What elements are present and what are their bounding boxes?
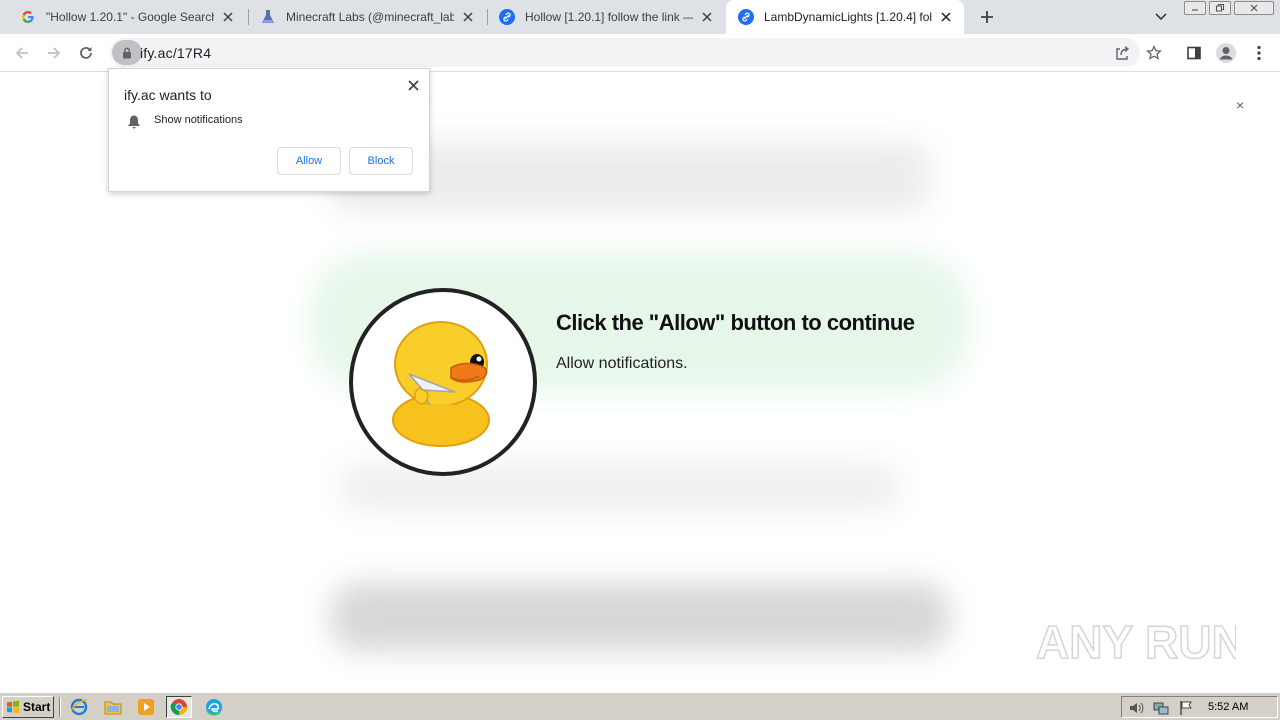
anyrun-watermark: ANY RUN [1035,610,1245,670]
back-button[interactable] [8,39,36,67]
site-info-button[interactable] [112,40,142,65]
volume-icon[interactable] [1128,700,1144,716]
restore-button[interactable] [1209,1,1231,15]
chrome-icon [170,699,187,716]
side-panel-icon[interactable] [1183,42,1205,64]
reload-icon [80,47,92,59]
tab-hollow-link[interactable]: Hollow [1.20.1] follow the link — Link [487,0,725,34]
svg-text:ANY RUN: ANY RUN [1036,616,1236,668]
screen: "Hollow 1.20.1" - Google Search Minecraf… [0,0,1280,720]
windows-flag-icon [7,700,19,714]
share-icon[interactable] [1113,44,1131,62]
tab-minecraft-labs[interactable]: Minecraft Labs (@minecraft_labs) - L [248,0,486,34]
lock-icon [123,47,131,58]
google-g-icon [20,9,36,25]
prompt-title: ify.ac wants to [124,87,212,103]
internet-explorer-icon [70,698,88,716]
taskbar-ie-button[interactable] [66,696,92,718]
close-icon [407,79,419,91]
duck-icon [392,321,490,447]
address-bar[interactable]: ify.ac/17R4 [110,38,1162,67]
tab-title: LambDynamicLights [1.20.4] follow th [764,10,932,24]
url-text[interactable]: ify.ac/17R4 [140,45,211,61]
close-window-button[interactable] [1234,1,1274,15]
plus-icon [981,11,993,23]
block-button[interactable]: Block [349,147,413,175]
chevron-down-icon [1155,13,1167,21]
profile-avatar-icon[interactable] [1215,42,1237,64]
tab-strip: "Hollow 1.20.1" - Google Search Minecraf… [0,0,1280,34]
taskbar-chrome-button[interactable] [166,696,192,718]
minimize-button[interactable] [1184,1,1206,15]
arrow-right-icon [48,47,61,59]
edge-icon [206,699,222,716]
bell-icon [126,114,142,130]
restore-icon [1216,4,1224,12]
tab-google-search[interactable]: "Hollow 1.20.1" - Google Search [8,0,246,34]
allow-button[interactable]: Allow [277,147,341,175]
taskbar-divider [59,697,61,717]
system-tray: 5:52 AM [1121,696,1278,718]
arrow-left-icon [15,47,28,59]
close-tab-icon[interactable] [699,9,715,25]
link-icon [738,9,754,25]
close-tab-icon[interactable] [220,9,236,25]
page-close-button[interactable]: × [1236,97,1244,113]
tab-title: Minecraft Labs (@minecraft_labs) - L [286,10,454,24]
minecraft-labs-icon [260,9,276,25]
blurred-placeholder [330,582,950,652]
folder-icon [104,701,122,715]
close-tab-icon[interactable] [460,9,476,25]
notification-permission-prompt: ify.ac wants to Show notifications Allow… [108,68,430,192]
close-prompt-button[interactable] [405,77,421,93]
minimize-icon [1192,9,1198,11]
taskbar-media-player-button[interactable] [133,696,159,718]
link-icon [499,9,515,25]
page-headline: Click the "Allow" button to continue [556,310,915,335]
close-tab-icon[interactable] [938,9,954,25]
kebab-menu-icon[interactable] [1248,42,1270,64]
close-icon [1250,4,1258,12]
network-icon[interactable] [1153,700,1169,716]
forward-button[interactable] [40,39,68,67]
taskbar-edge-button[interactable] [201,696,227,718]
reload-button[interactable] [72,39,100,67]
taskbar-clock[interactable]: 5:52 AM [1208,701,1248,713]
windows-taskbar: Start 5:52 AM [0,692,1280,720]
action-center-flag-icon[interactable] [1178,700,1194,716]
tab-lambdynamiclights[interactable]: LambDynamicLights [1.20.4] follow th [726,0,964,34]
tab-title: Hollow [1.20.1] follow the link — Link [525,10,693,24]
tab-search-button[interactable] [1151,8,1171,26]
tab-title: "Hollow 1.20.1" - Google Search [46,10,214,24]
taskbar-explorer-button[interactable] [100,696,126,718]
start-button[interactable]: Start [2,696,54,718]
start-label: Start [23,700,51,714]
new-tab-button[interactable] [976,6,998,28]
duck-illustration [349,288,537,476]
browser-toolbar: ify.ac/17R4 [0,34,1280,72]
page-subtext: Allow notifications. [556,355,688,372]
prompt-request-text: Show notifications [154,114,243,126]
bookmark-star-icon[interactable] [1145,44,1163,62]
media-player-icon [138,699,154,715]
